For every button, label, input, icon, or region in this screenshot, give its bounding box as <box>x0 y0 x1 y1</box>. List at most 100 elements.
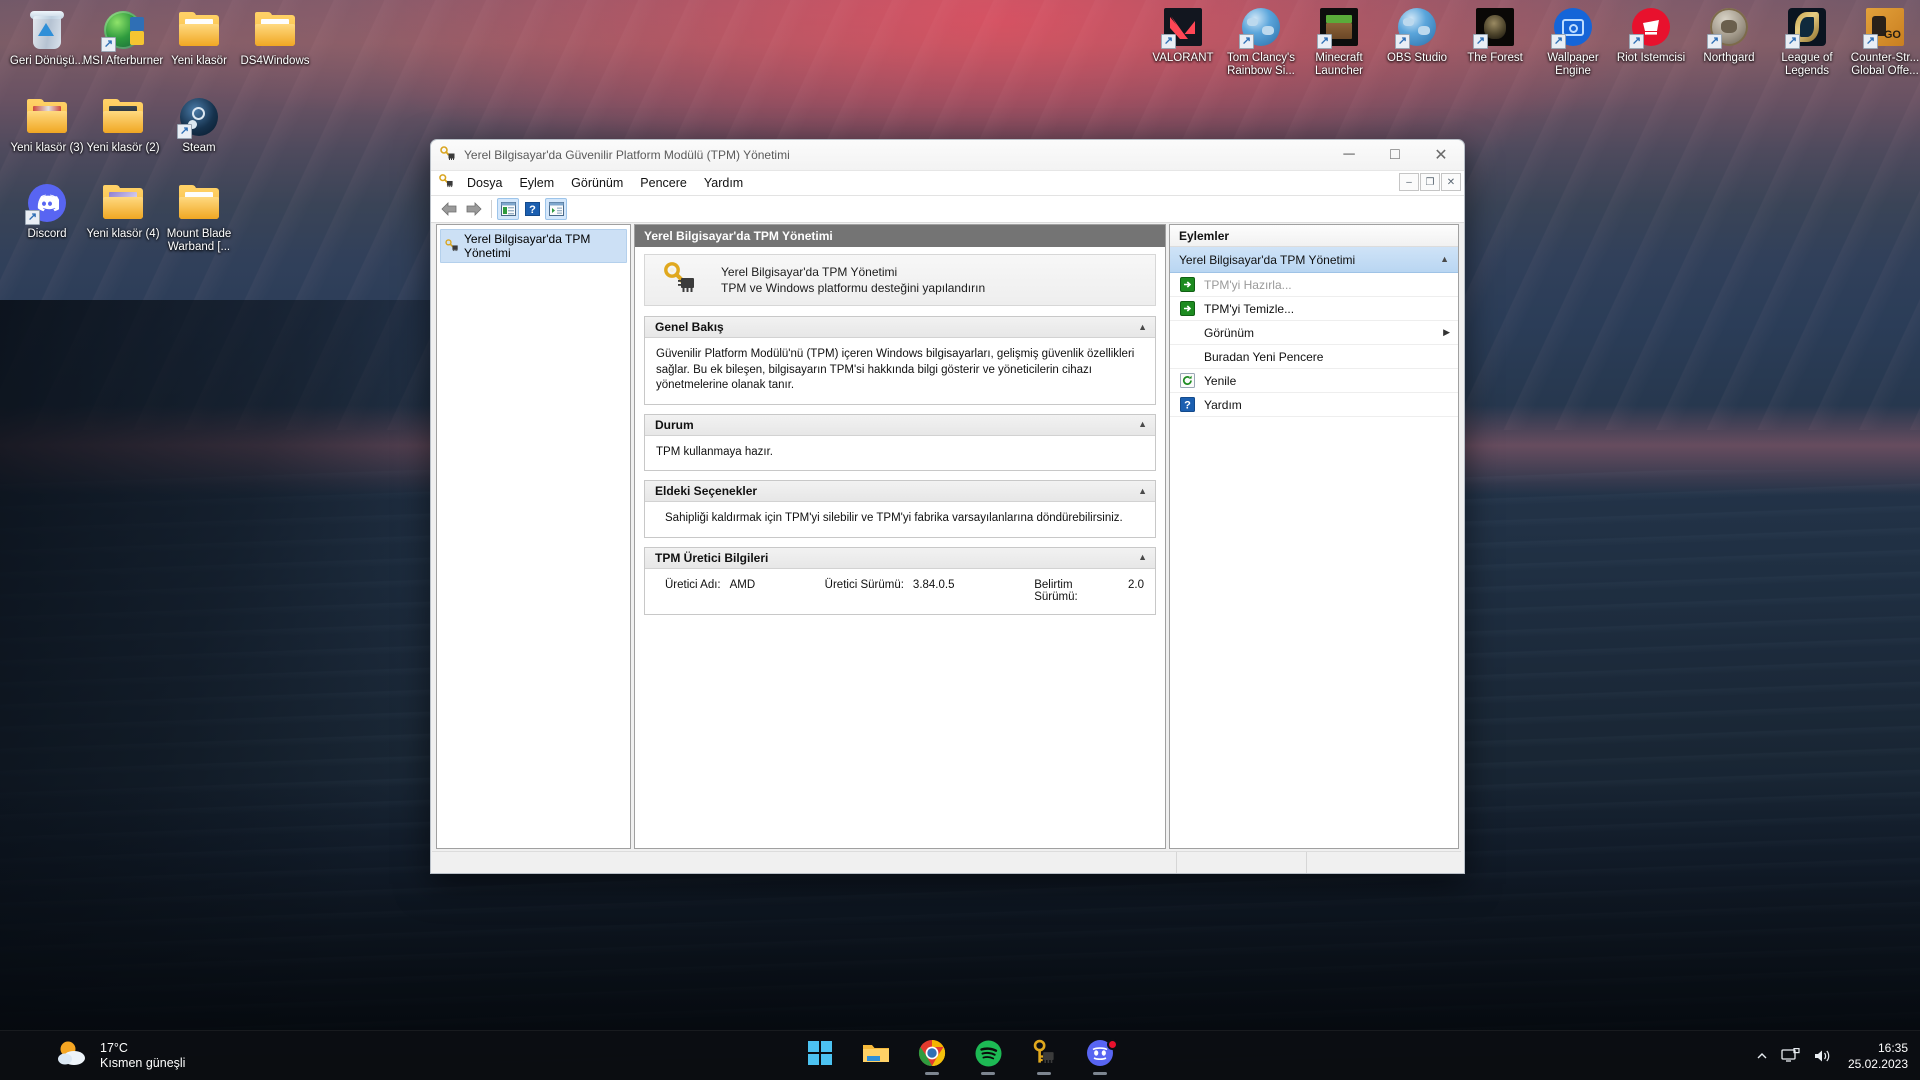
mdi-close-button[interactable]: ✕ <box>1441 173 1461 191</box>
desktop-icon-northgard[interactable]: Northgard <box>1686 5 1772 65</box>
mdi-window-controls[interactable]: – ❐ ✕ <box>1399 173 1461 191</box>
chrome-button[interactable] <box>912 1036 952 1076</box>
action-gorunum[interactable]: Görünüm ▶ <box>1170 321 1458 345</box>
menu-gorunum[interactable]: Görünüm <box>563 173 631 193</box>
action-tpm-hazirla[interactable]: TPM'yi Hazırla... <box>1170 273 1458 297</box>
chevron-up-icon[interactable]: ▲ <box>1138 486 1147 496</box>
system-tray[interactable]: 16:35 25.02.2023 <box>1756 1031 1920 1080</box>
group-header[interactable]: TPM Üretici Bilgileri ▲ <box>645 547 1155 569</box>
window-maximize-button[interactable]: □ <box>1372 140 1418 171</box>
group-header[interactable]: Eldeki Seçenekler ▲ <box>645 481 1155 502</box>
console-tree-pane[interactable]: Yerel Bilgisayar'da TPM Yönetimi <box>436 224 631 849</box>
mdi-restore-button[interactable]: ❐ <box>1420 173 1440 191</box>
menu-bar[interactable]: Dosya Eylem Görünüm Pencere Yardım – ❐ ✕ <box>431 171 1464 196</box>
menu-yardim[interactable]: Yardım <box>696 173 751 193</box>
tpm-management-window[interactable]: Yerel Bilgisayar'da Güvenilir Platform M… <box>430 139 1465 874</box>
desktop-icon-discord[interactable]: Discord <box>4 181 90 241</box>
chevron-up-icon[interactable]: ▲ <box>1138 553 1147 562</box>
running-indicator <box>1037 1071 1051 1075</box>
network-icon[interactable] <box>1781 1048 1800 1064</box>
group-body: Üretici Adı: AMD Üretici Sürümü: 3.84.0.… <box>645 569 1155 614</box>
desktop-icon-msi-afterburner[interactable]: MSI Afterburner <box>80 8 166 68</box>
desktop-icon-recycle-bin[interactable]: Geri Dönüşü... <box>4 8 90 68</box>
desktop-icon-label: Northgard <box>1703 52 1755 64</box>
desktop[interactable]: Geri Dönüşü... MSI Afterburner Yeni klas… <box>0 0 1920 1080</box>
tree-node-tpm-management[interactable]: Yerel Bilgisayar'da TPM Yönetimi <box>440 229 627 263</box>
discord-button[interactable] <box>1080 1036 1120 1076</box>
menu-eylem[interactable]: Eylem <box>511 173 562 193</box>
taskbar-apps[interactable] <box>800 1036 1120 1076</box>
group-header[interactable]: Durum ▲ <box>645 414 1155 436</box>
clock[interactable]: 16:35 25.02.2023 <box>1848 1040 1908 1072</box>
start-button[interactable] <box>800 1036 840 1076</box>
result-pane: Yerel Bilgisayar'da TPM Yönetimi Yerel B… <box>634 224 1166 849</box>
desktop-icon-label: Geri Dönüşü... <box>9 55 85 67</box>
desktop-icon-csgo[interactable]: GO Counter-Str... Global Offe... <box>1842 5 1920 78</box>
desktop-icon-yeni-klasor[interactable]: Yeni klasör <box>156 8 242 68</box>
desktop-icon-label: OBS Studio <box>1386 52 1448 64</box>
group-text: Sahipliği kaldırmak için TPM'yi silebili… <box>665 512 1123 524</box>
desktop-icon-label: Wallpaper Engine <box>1547 52 1599 77</box>
partly-sunny-icon <box>55 1039 89 1072</box>
tpm-button[interactable] <box>1024 1036 1064 1076</box>
desktop-icon-yeni-klasor-2[interactable]: Yeni klasör (2) <box>80 95 166 155</box>
file-explorer-button[interactable] <box>856 1036 896 1076</box>
desktop-icon-label: Discord <box>27 228 67 240</box>
wallpaper-left-rocks <box>0 300 430 1080</box>
desktop-icon-minecraft-launcher[interactable]: Minecraft Launcher <box>1296 5 1382 78</box>
chevron-up-icon[interactable]: ▲ <box>1138 322 1147 332</box>
chevron-right-icon[interactable]: ▶ <box>1443 327 1450 338</box>
volume-icon[interactable] <box>1813 1048 1831 1064</box>
window-minimize-button[interactable]: ─ <box>1326 140 1372 171</box>
content-banner: Yerel Bilgisayar'da TPM Yönetimi TPM ve … <box>644 254 1156 306</box>
chevron-up-icon[interactable]: ▲ <box>1440 255 1449 264</box>
help-button[interactable]: ? <box>521 198 543 220</box>
window-titlebar[interactable]: Yerel Bilgisayar'da Güvenilir Platform M… <box>431 140 1464 171</box>
result-pane-header: Yerel Bilgisayar'da TPM Yönetimi <box>635 225 1165 247</box>
mdi-minimize-button[interactable]: – <box>1399 173 1419 191</box>
toolbar[interactable]: ? <box>431 196 1464 223</box>
desktop-icon-label: League of Legends <box>1781 52 1833 77</box>
desktop-icon-yeni-klasor-3[interactable]: Yeni klasör (3) <box>4 95 90 155</box>
the-forest-icon <box>1473 5 1517 49</box>
window-close-button[interactable]: ✕ <box>1418 140 1464 171</box>
refresh-icon <box>1178 372 1196 390</box>
spotify-button[interactable] <box>968 1036 1008 1076</box>
desktop-icon-league-of-legends[interactable]: League of Legends <box>1764 5 1850 78</box>
group-body: Güvenilir Platform Modülü'nü (TPM) içere… <box>645 338 1155 404</box>
group-tpm-uretici-bilgileri: TPM Üretici Bilgileri ▲ Üretici Adı: AMD <box>644 546 1156 615</box>
back-button[interactable] <box>438 198 460 220</box>
desktop-icon-ds4windows[interactable]: DS4Windows <box>232 8 318 68</box>
group-body: TPM kullanmaya hazır. <box>645 436 1155 471</box>
desktop-icon-mount-blade-warband[interactable]: Mount Blade Warband [... <box>156 181 242 254</box>
desktop-icon-steam[interactable]: Steam <box>156 95 242 155</box>
actions-group-header[interactable]: Yerel Bilgisayar'da TPM Yönetimi ▲ <box>1170 247 1458 273</box>
desktop-icon-valorant[interactable]: VALORANT <box>1140 5 1226 65</box>
menu-pencere[interactable]: Pencere <box>632 173 695 193</box>
desktop-icon-rainbow-six[interactable]: Tom Clancy's Rainbow Si... <box>1218 5 1304 78</box>
desktop-icon-obs-studio[interactable]: OBS Studio <box>1374 5 1460 65</box>
chevron-up-icon[interactable]: ▲ <box>1138 420 1147 429</box>
desktop-icon-yeni-klasor-4[interactable]: Yeni klasör (4) <box>80 181 166 241</box>
show-console-tree-button[interactable] <box>497 198 519 220</box>
result-pane-content: Yerel Bilgisayar'da TPM Yönetimi TPM ve … <box>635 247 1165 848</box>
action-yenile[interactable]: Yenile <box>1170 369 1458 393</box>
desktop-icon-the-forest[interactable]: The Forest <box>1452 5 1538 65</box>
weather-widget[interactable]: 17°C Kısmen güneşli <box>55 1039 185 1072</box>
forward-button[interactable] <box>462 198 484 220</box>
show-action-pane-button[interactable] <box>545 198 567 220</box>
group-text: Güvenilir Platform Modülü'nü (TPM) içere… <box>656 348 1135 391</box>
desktop-icon-riot-istemcisi[interactable]: Riot Istemcisi <box>1608 5 1694 65</box>
tray-overflow-chevron-icon[interactable] <box>1756 1041 1768 1071</box>
action-yardim[interactable]: ? Yardım <box>1170 393 1458 417</box>
specification-version-field: Belirtim Sürümü: 2.0 <box>1034 579 1144 603</box>
action-buradan-yeni-pencere[interactable]: Buradan Yeni Pencere <box>1170 345 1458 369</box>
desktop-icon-label: DS4Windows <box>240 55 310 67</box>
desktop-icon-label: Yeni klasör (2) <box>86 142 160 154</box>
desktop-icon-wallpaper-engine[interactable]: Wallpaper Engine <box>1530 5 1616 78</box>
group-header[interactable]: Genel Bakış ▲ <box>645 317 1155 338</box>
menu-dosya[interactable]: Dosya <box>459 173 510 193</box>
tree-node-label: Yerel Bilgisayar'da TPM Yönetimi <box>464 232 591 260</box>
action-tpm-temizle[interactable]: TPM'yi Temizle... <box>1170 297 1458 321</box>
taskbar[interactable]: 17°C Kısmen güneşli 16:35 25.02.2023 <box>0 1030 1920 1080</box>
